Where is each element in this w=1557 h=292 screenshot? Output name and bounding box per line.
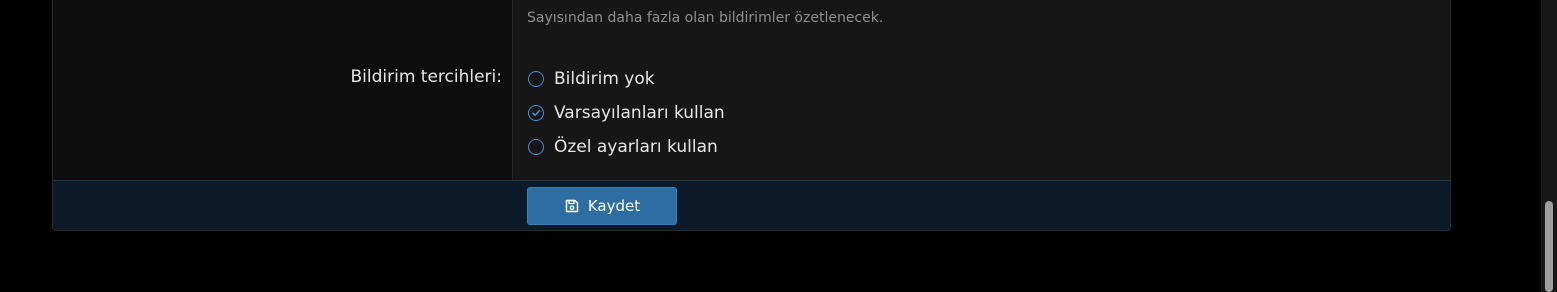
radio-option-label: Varsayılanları kullan xyxy=(554,103,725,123)
save-button-label: Kaydet xyxy=(587,197,641,215)
radio-option-custom-settings[interactable]: Özel ayarları kullan xyxy=(528,137,718,157)
page-scrollbar[interactable] xyxy=(1541,0,1557,292)
radio-option-no-notification[interactable]: Bildirim yok xyxy=(528,69,655,89)
form-footer: Kaydet xyxy=(53,180,1450,230)
notification-preferences-label: Bildirim tercihleri: xyxy=(350,67,502,87)
radio-circle-icon[interactable] xyxy=(528,71,544,87)
radio-option-label: Özel ayarları kullan xyxy=(554,137,718,157)
save-button[interactable]: Kaydet xyxy=(527,187,677,225)
floppy-disk-icon xyxy=(564,198,580,214)
check-circle-icon[interactable] xyxy=(528,105,544,121)
scrollbar-thumb[interactable] xyxy=(1545,201,1553,292)
radio-option-use-defaults[interactable]: Varsayılanları kullan xyxy=(528,103,725,123)
label-column xyxy=(53,0,513,180)
summary-hint-text: Sayısından daha fazla olan bildirimler ö… xyxy=(527,10,884,26)
settings-panel: Sayısından daha fazla olan bildirimler ö… xyxy=(52,0,1451,231)
radio-circle-icon[interactable] xyxy=(528,139,544,155)
radio-option-label: Bildirim yok xyxy=(554,69,655,89)
